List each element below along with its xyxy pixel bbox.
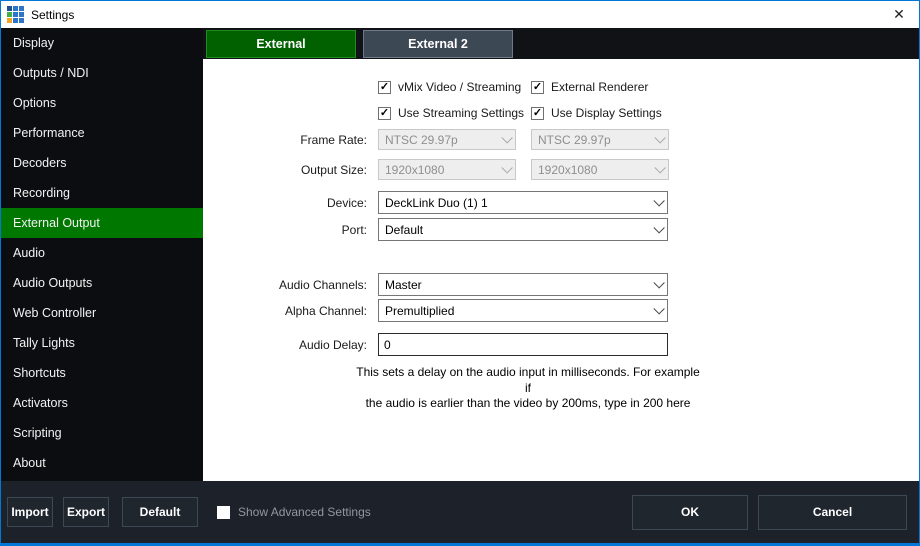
use-display-settings-label: Use Display Settings [551, 106, 662, 120]
cancel-button[interactable]: Cancel [758, 495, 907, 530]
chevron-down-icon [653, 195, 664, 206]
main-panel: External External 2 vMix Video / Streami… [203, 28, 919, 481]
use-streaming-settings-checkbox[interactable]: Use Streaming Settings [378, 106, 531, 120]
audio-channels-value: Master [385, 278, 653, 292]
checkbox-checked-icon[interactable] [531, 81, 544, 94]
audio-delay-label: Audio Delay: [203, 338, 367, 352]
sidebar-item-performance[interactable]: Performance [1, 118, 203, 148]
sidebar-item-audio-outputs[interactable]: Audio Outputs [1, 268, 203, 298]
show-advanced-settings-label: Show Advanced Settings [238, 505, 371, 519]
use-streaming-settings-label: Use Streaming Settings [398, 106, 524, 120]
sidebar-item-decoders[interactable]: Decoders [1, 148, 203, 178]
frame-rate-value-1: NTSC 29.97p [385, 133, 501, 147]
output-size-row: Output Size: 1920x1080 1920x1080 [203, 159, 919, 180]
output-size-select-2: 1920x1080 [531, 159, 669, 180]
alpha-channel-label: Alpha Channel: [203, 304, 367, 318]
frame-rate-row: Frame Rate: NTSC 29.97p NTSC 29.97p [203, 129, 919, 150]
audio-channels-label: Audio Channels: [203, 278, 367, 292]
checkbox-row-2: Use Streaming Settings Use Display Setti… [378, 106, 919, 120]
external-renderer-checkbox[interactable]: External Renderer [531, 80, 648, 94]
checkbox-unchecked-icon[interactable] [217, 506, 230, 519]
settings-window: Settings ✕ Display Outputs / NDI Options… [0, 0, 920, 546]
chevron-down-icon [501, 132, 512, 143]
use-display-settings-checkbox[interactable]: Use Display Settings [531, 106, 662, 120]
frame-rate-value-2: NTSC 29.97p [538, 133, 654, 147]
chevron-down-icon [501, 162, 512, 173]
audio-delay-help-line2: the audio is earlier than the video by 2… [355, 396, 701, 412]
sidebar-item-web-controller[interactable]: Web Controller [1, 298, 203, 328]
device-row: Device: DeckLink Duo (1) 1 [203, 191, 919, 214]
sidebar-item-display[interactable]: Display [1, 28, 203, 58]
audio-delay-input[interactable] [378, 333, 668, 356]
close-icon[interactable]: ✕ [879, 1, 919, 28]
sidebar-item-external-output[interactable]: External Output [1, 208, 203, 238]
sidebar-item-audio[interactable]: Audio [1, 238, 203, 268]
checkbox-checked-icon[interactable] [531, 107, 544, 120]
tab-external-2[interactable]: External 2 [363, 30, 513, 58]
vmix-video-streaming-label: vMix Video / Streaming [398, 80, 521, 94]
device-value: DeckLink Duo (1) 1 [385, 196, 653, 210]
window-title: Settings [31, 8, 74, 22]
port-label: Port: [203, 223, 367, 237]
checkbox-checked-icon[interactable] [378, 81, 391, 94]
audio-delay-help: This sets a delay on the audio input in … [355, 365, 701, 412]
export-button[interactable]: Export [63, 497, 109, 527]
external-renderer-label: External Renderer [551, 80, 648, 94]
output-size-select-1: 1920x1080 [378, 159, 516, 180]
alpha-channel-value: Premultiplied [385, 304, 653, 318]
vmix-video-streaming-checkbox[interactable]: vMix Video / Streaming [378, 80, 531, 94]
chevron-down-icon [654, 132, 665, 143]
device-select[interactable]: DeckLink Duo (1) 1 [378, 191, 668, 214]
audio-delay-row: Audio Delay: [203, 333, 919, 356]
output-size-value-1: 1920x1080 [385, 163, 501, 177]
vmix-app-icon [7, 6, 24, 23]
titlebar: Settings ✕ [1, 1, 919, 28]
frame-rate-select-2: NTSC 29.97p [531, 129, 669, 150]
port-row: Port: Default [203, 218, 919, 241]
settings-content: vMix Video / Streaming External Renderer… [203, 59, 919, 481]
chevron-down-icon [653, 303, 664, 314]
import-button[interactable]: Import [7, 497, 53, 527]
device-label: Device: [203, 196, 367, 210]
sidebar-item-activators[interactable]: Activators [1, 388, 203, 418]
tab-strip: External External 2 [203, 28, 919, 59]
default-button[interactable]: Default [122, 497, 198, 527]
show-advanced-settings-checkbox[interactable]: Show Advanced Settings [217, 505, 371, 519]
sidebar-item-shortcuts[interactable]: Shortcuts [1, 358, 203, 388]
output-size-value-2: 1920x1080 [538, 163, 654, 177]
port-value: Default [385, 223, 653, 237]
footer-bar: Import Export Default Show Advanced Sett… [1, 481, 919, 543]
alpha-channel-row: Alpha Channel: Premultiplied [203, 299, 919, 322]
tab-external[interactable]: External [206, 30, 356, 58]
sidebar-item-about[interactable]: About [1, 448, 203, 478]
sidebar-item-tally-lights[interactable]: Tally Lights [1, 328, 203, 358]
sidebar-item-outputs-ndi[interactable]: Outputs / NDI [1, 58, 203, 88]
sidebar: Display Outputs / NDI Options Performanc… [1, 28, 203, 481]
audio-channels-select[interactable]: Master [378, 273, 668, 296]
frame-rate-select-1: NTSC 29.97p [378, 129, 516, 150]
checkbox-row-1: vMix Video / Streaming External Renderer [378, 80, 919, 94]
output-size-label: Output Size: [203, 163, 367, 177]
port-select[interactable]: Default [378, 218, 668, 241]
window-body: Display Outputs / NDI Options Performanc… [1, 28, 919, 481]
frame-rate-label: Frame Rate: [203, 133, 367, 147]
audio-channels-row: Audio Channels: Master [203, 273, 919, 296]
ok-button[interactable]: OK [632, 495, 748, 530]
checkbox-checked-icon[interactable] [378, 107, 391, 120]
chevron-down-icon [654, 162, 665, 173]
sidebar-item-scripting[interactable]: Scripting [1, 418, 203, 448]
chevron-down-icon [653, 222, 664, 233]
sidebar-item-recording[interactable]: Recording [1, 178, 203, 208]
sidebar-item-options[interactable]: Options [1, 88, 203, 118]
chevron-down-icon [653, 277, 664, 288]
audio-delay-help-line1: This sets a delay on the audio input in … [355, 365, 701, 396]
alpha-channel-select[interactable]: Premultiplied [378, 299, 668, 322]
